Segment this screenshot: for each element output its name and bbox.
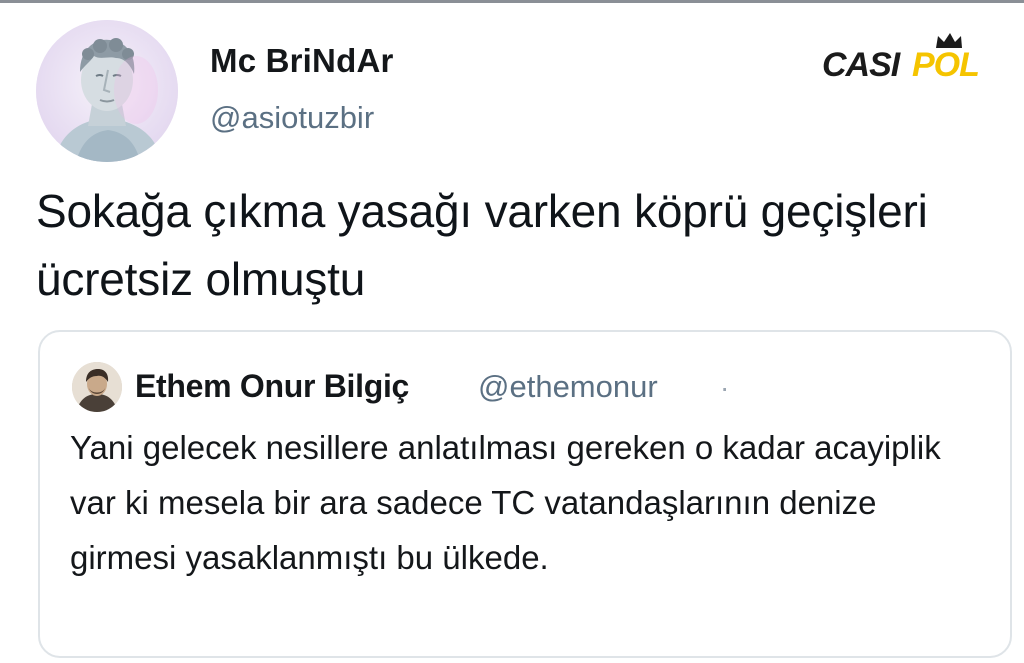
- author-avatar[interactable]: [36, 20, 178, 162]
- statue-bust-icon: [36, 20, 178, 162]
- svg-text:CASI: CASI: [822, 46, 902, 84]
- person-avatar-icon: [72, 362, 122, 412]
- top-divider: [0, 0, 1024, 3]
- quoted-author-avatar[interactable]: [72, 362, 122, 412]
- quoted-tweet-card[interactable]: Ethem Onur Bilgiç @ethemonur · Yani gele…: [38, 330, 1012, 658]
- svg-text:POL: POL: [912, 46, 979, 84]
- quoted-author-display-name[interactable]: Ethem Onur Bilgiç: [135, 368, 409, 405]
- quoted-tweet-text: Yani gelecek nesillere anlatılması gerek…: [70, 429, 941, 576]
- author-display-name[interactable]: Mc BriNdAr: [210, 42, 394, 80]
- separator-dot: ·: [720, 372, 730, 403]
- author-handle[interactable]: @asiotuzbir: [210, 100, 374, 136]
- tweet-text: Sokağa çıkma yasağı varken köprü geçişle…: [36, 185, 928, 305]
- casipol-watermark-logo: CASI POL: [820, 30, 994, 84]
- quoted-author-handle[interactable]: @ethemonur: [478, 369, 658, 405]
